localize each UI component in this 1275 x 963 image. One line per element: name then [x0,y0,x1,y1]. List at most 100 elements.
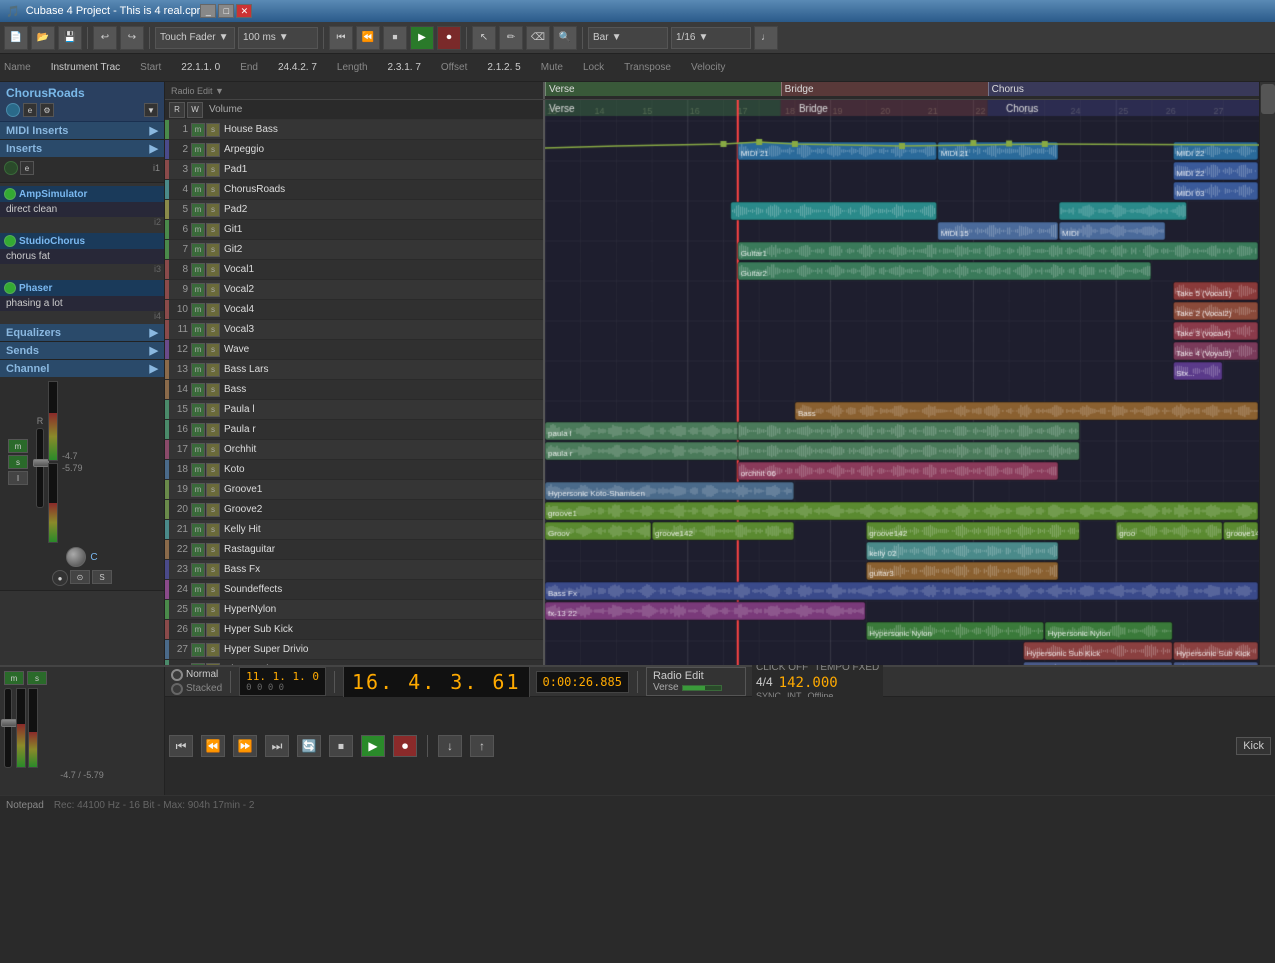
track-m-btn-12[interactable]: m [191,343,205,357]
rewind-button[interactable]: ⏮ [329,26,353,50]
punch-in-btn[interactable]: ↓ [438,735,462,757]
touch-fader-dropdown[interactable]: Touch Fader ▼ [155,27,235,49]
fast-rewind-btn[interactable]: ⏪ [201,735,225,757]
arrow-down-icon[interactable]: ▼ [144,103,158,117]
track-s-btn-4[interactable]: s [206,183,220,197]
fast-fwd-btn[interactable]: ⏩ [233,735,257,757]
track-m-btn-7[interactable]: m [191,243,205,257]
track-m-btn-25[interactable]: m [191,603,205,617]
track-row-11[interactable]: 11 m s Vocal3 [165,320,543,340]
settings-btn[interactable]: ⚙ [40,103,54,117]
track-s-btn-13[interactable]: s [206,363,220,377]
monitor-btn[interactable]: ⊙ [70,570,90,584]
track-s-btn-9[interactable]: s [206,283,220,297]
rewind-btn[interactable]: ⏮ [169,735,193,757]
stacked-radio[interactable] [171,683,183,695]
arrangement-view[interactable] [545,100,1259,665]
punch-out-btn[interactable]: ↑ [470,735,494,757]
track-row-15[interactable]: 15 m s Paula l [165,400,543,420]
tl-fader-handle[interactable] [1,719,17,727]
track-s-btn-21[interactable]: s [206,523,220,537]
track-s-btn-24[interactable]: s [206,583,220,597]
track-row-5[interactable]: 5 m s Pad2 [165,200,543,220]
track-row-1[interactable]: 1 m s House Bass [165,120,543,140]
track-row-23[interactable]: 23 m s Bass Fx [165,560,543,580]
fast-back-button[interactable]: ⏪ [356,26,380,50]
redo-button[interactable]: ↪ [120,26,144,50]
track-m-btn-3[interactable]: m [191,163,205,177]
track-s-btn-17[interactable]: s [206,443,220,457]
track-row-2[interactable]: 2 m s Arpeggio [165,140,543,160]
inserts-header[interactable]: Inserts ▶ [0,140,164,157]
track-s-btn-22[interactable]: s [206,543,220,557]
track-m-btn-20[interactable]: m [191,503,205,517]
tl-s-btn[interactable]: s [27,671,47,685]
ch-m-btn[interactable]: m [8,439,28,453]
track-s-btn-5[interactable]: s [206,203,220,217]
bypass-btn[interactable] [4,161,18,175]
studio-chorus-header[interactable]: StudioChorus [0,233,164,249]
track-m-btn-18[interactable]: m [191,463,205,477]
track-row-21[interactable]: 21 m s Kelly Hit [165,520,543,540]
track-m-btn-16[interactable]: m [191,423,205,437]
track-row-17[interactable]: 17 m s Orchhit [165,440,543,460]
W-btn[interactable]: W [187,102,203,118]
record-button[interactable]: ⏺ [437,26,461,50]
phaser-bypass-btn[interactable] [4,282,16,294]
track-row-8[interactable]: 8 m s Vocal1 [165,260,543,280]
track-s-btn-20[interactable]: s [206,503,220,517]
track-row-16[interactable]: 16 m s Paula r [165,420,543,440]
track-row-25[interactable]: 25 m s HyperNylon [165,600,543,620]
track-row-13[interactable]: 13 m s Bass Lars [165,360,543,380]
fwd-btn[interactable]: ⏭ [265,735,289,757]
track-s-btn-8[interactable]: s [206,263,220,277]
power-btn[interactable] [6,103,20,117]
track-m-btn-1[interactable]: m [191,123,205,137]
track-s-btn-26[interactable]: s [206,623,220,637]
metronome-button[interactable]: ♩ [754,26,778,50]
track-s-btn-12[interactable]: s [206,343,220,357]
track-m-btn-13[interactable]: m [191,363,205,377]
tl-m-btn[interactable]: m [4,671,24,685]
normal-radio[interactable] [171,669,183,681]
undo-button[interactable]: ↩ [93,26,117,50]
track-row-10[interactable]: 10 m s Vocal4 [165,300,543,320]
track-m-btn-28[interactable]: m [191,663,205,666]
snap-dropdown[interactable]: Bar ▼ [588,27,668,49]
ch-l-btn[interactable]: l [8,471,28,485]
track-s-btn-28[interactable]: s [206,663,220,666]
minimize-button[interactable]: _ [200,4,216,18]
rec-t-btn[interactable]: ⏺ [393,735,417,757]
midi-inserts-header[interactable]: MIDI Inserts ▶ [0,122,164,139]
track-m-btn-9[interactable]: m [191,283,205,297]
close-button[interactable]: ✕ [236,4,252,18]
track-m-btn-17[interactable]: m [191,443,205,457]
rec-enable-btn[interactable]: ● [52,570,68,586]
track-s-btn-15[interactable]: s [206,403,220,417]
track-row-18[interactable]: 18 m s Koto [165,460,543,480]
track-row-19[interactable]: 19 m s Groove1 [165,480,543,500]
amp-simulator-header[interactable]: AmpSimulator [0,186,164,202]
track-row-20[interactable]: 20 m s Groove2 [165,500,543,520]
fader-handle[interactable] [33,459,49,467]
equalizers-header[interactable]: Equalizers ▶ [0,324,164,341]
track-s-btn-11[interactable]: s [206,323,220,337]
track-s-btn-10[interactable]: s [206,303,220,317]
eraser-tool[interactable]: ⌫ [526,26,550,50]
scroll-thumb[interactable] [1261,84,1275,114]
track-m-btn-22[interactable]: m [191,543,205,557]
track-row-4[interactable]: 4 m s ChorusRoads [165,180,543,200]
track-s-btn-23[interactable]: s [206,563,220,577]
track-row-24[interactable]: 24 m s Soundeffects [165,580,543,600]
track-row-7[interactable]: 7 m s Git2 [165,240,543,260]
zoom-tool[interactable]: 🔍 [553,26,577,50]
track-row-9[interactable]: 9 m s Vocal2 [165,280,543,300]
track-s-btn-3[interactable]: s [206,163,220,177]
track-m-btn-14[interactable]: m [191,383,205,397]
stop-t-btn[interactable]: ⏹ [329,735,353,757]
play-t-btn[interactable]: ▶ [361,735,385,757]
select-tool[interactable]: ↖ [472,26,496,50]
stop-button[interactable]: ⏹ [383,26,407,50]
track-s-btn-16[interactable]: s [206,423,220,437]
play-button[interactable]: ▶ [410,26,434,50]
